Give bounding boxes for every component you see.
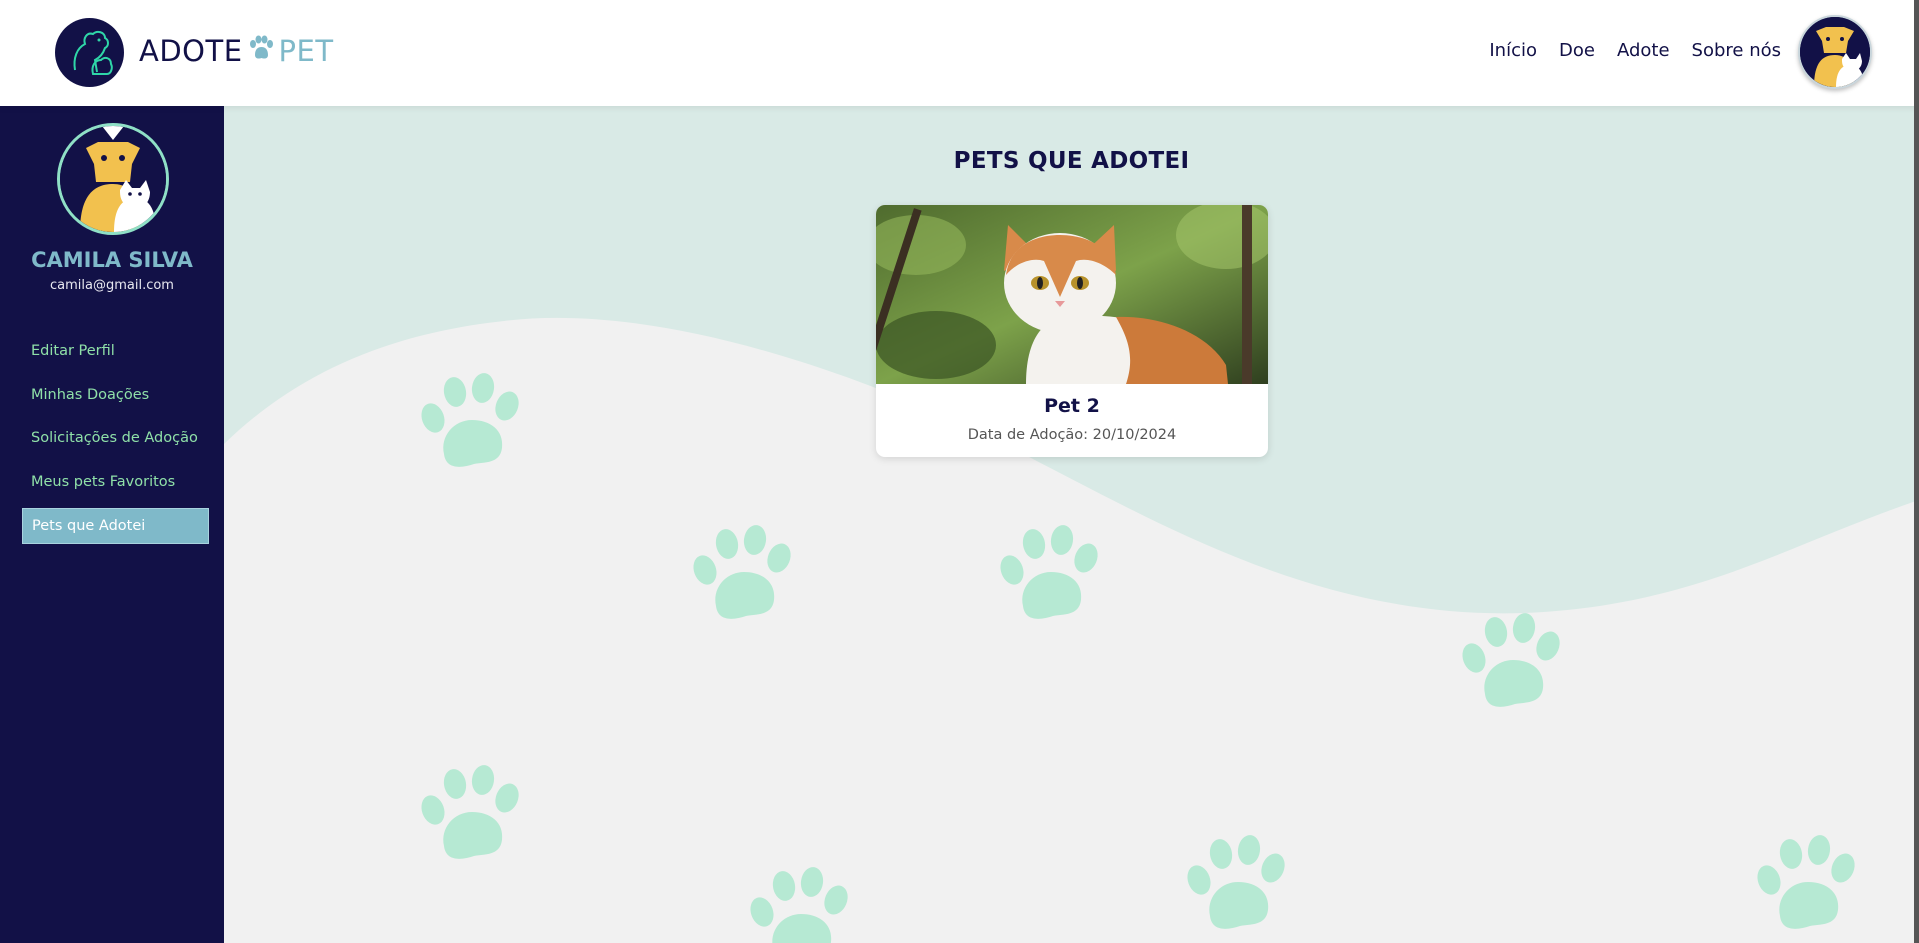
paw-icon	[1455, 604, 1567, 720]
nav-inicio[interactable]: Início	[1489, 40, 1537, 61]
sidebar-item-editar-perfil[interactable]: Editar Perfil	[22, 334, 209, 368]
brand-word-adote: ADOTE	[139, 34, 243, 68]
sidebar-item-solicitacoes[interactable]: Solicitações de Adoção	[22, 421, 209, 455]
scrollbar[interactable]	[1914, 0, 1919, 943]
logo-icon[interactable]	[55, 18, 124, 87]
nav-doe[interactable]: Doe	[1559, 40, 1595, 61]
paw-icon	[743, 858, 855, 943]
main-content: PETS QUE ADOTEI Pet 2 Data de Adoção: 20…	[224, 106, 1919, 943]
profile-avatar	[57, 123, 169, 235]
sidebar-item-minhas-doacoes[interactable]: Minhas Doações	[22, 378, 209, 412]
paw-icon	[247, 34, 275, 68]
pet-photo	[876, 205, 1268, 384]
pet-name: Pet 2	[1044, 395, 1100, 417]
paw-icon	[414, 364, 526, 480]
nav-adote[interactable]: Adote	[1617, 40, 1670, 61]
profile-name: CAMILA SILVA	[31, 248, 193, 272]
scrollbar-thumb[interactable]	[1914, 0, 1919, 943]
paw-icon	[686, 516, 798, 632]
sidebar-menu: Editar Perfil Minhas Doações Solicitaçõe…	[22, 334, 209, 554]
page-title: PETS QUE ADOTEI	[953, 148, 1190, 174]
brand-logo[interactable]: ADOTE PET	[139, 34, 334, 68]
user-avatar[interactable]	[1798, 15, 1872, 89]
paw-icon	[1180, 826, 1292, 942]
sidebar-item-favoritos[interactable]: Meus pets Favoritos	[22, 465, 209, 499]
main-nav: Início Doe Adote Sobre nós	[1489, 40, 1781, 61]
pet-adoption-date: Data de Adoção: 20/10/2024	[967, 427, 1177, 443]
profile-sidebar: CAMILA SILVA camila@gmail.com Editar Per…	[0, 106, 224, 943]
paw-icon	[993, 516, 1105, 632]
profile-email: camila@gmail.com	[50, 278, 174, 293]
nav-sobre-nos[interactable]: Sobre nós	[1692, 40, 1781, 61]
paw-icon	[414, 756, 526, 872]
brand-word-pet: PET	[278, 34, 334, 68]
paw-icon	[1750, 826, 1862, 942]
top-header: ADOTE PET Início Doe Adote Sobre nós	[0, 0, 1919, 106]
pet-card[interactable]: Pet 2 Data de Adoção: 20/10/2024	[876, 205, 1268, 457]
sidebar-item-pets-adotados[interactable]: Pets que Adotei	[22, 508, 209, 544]
